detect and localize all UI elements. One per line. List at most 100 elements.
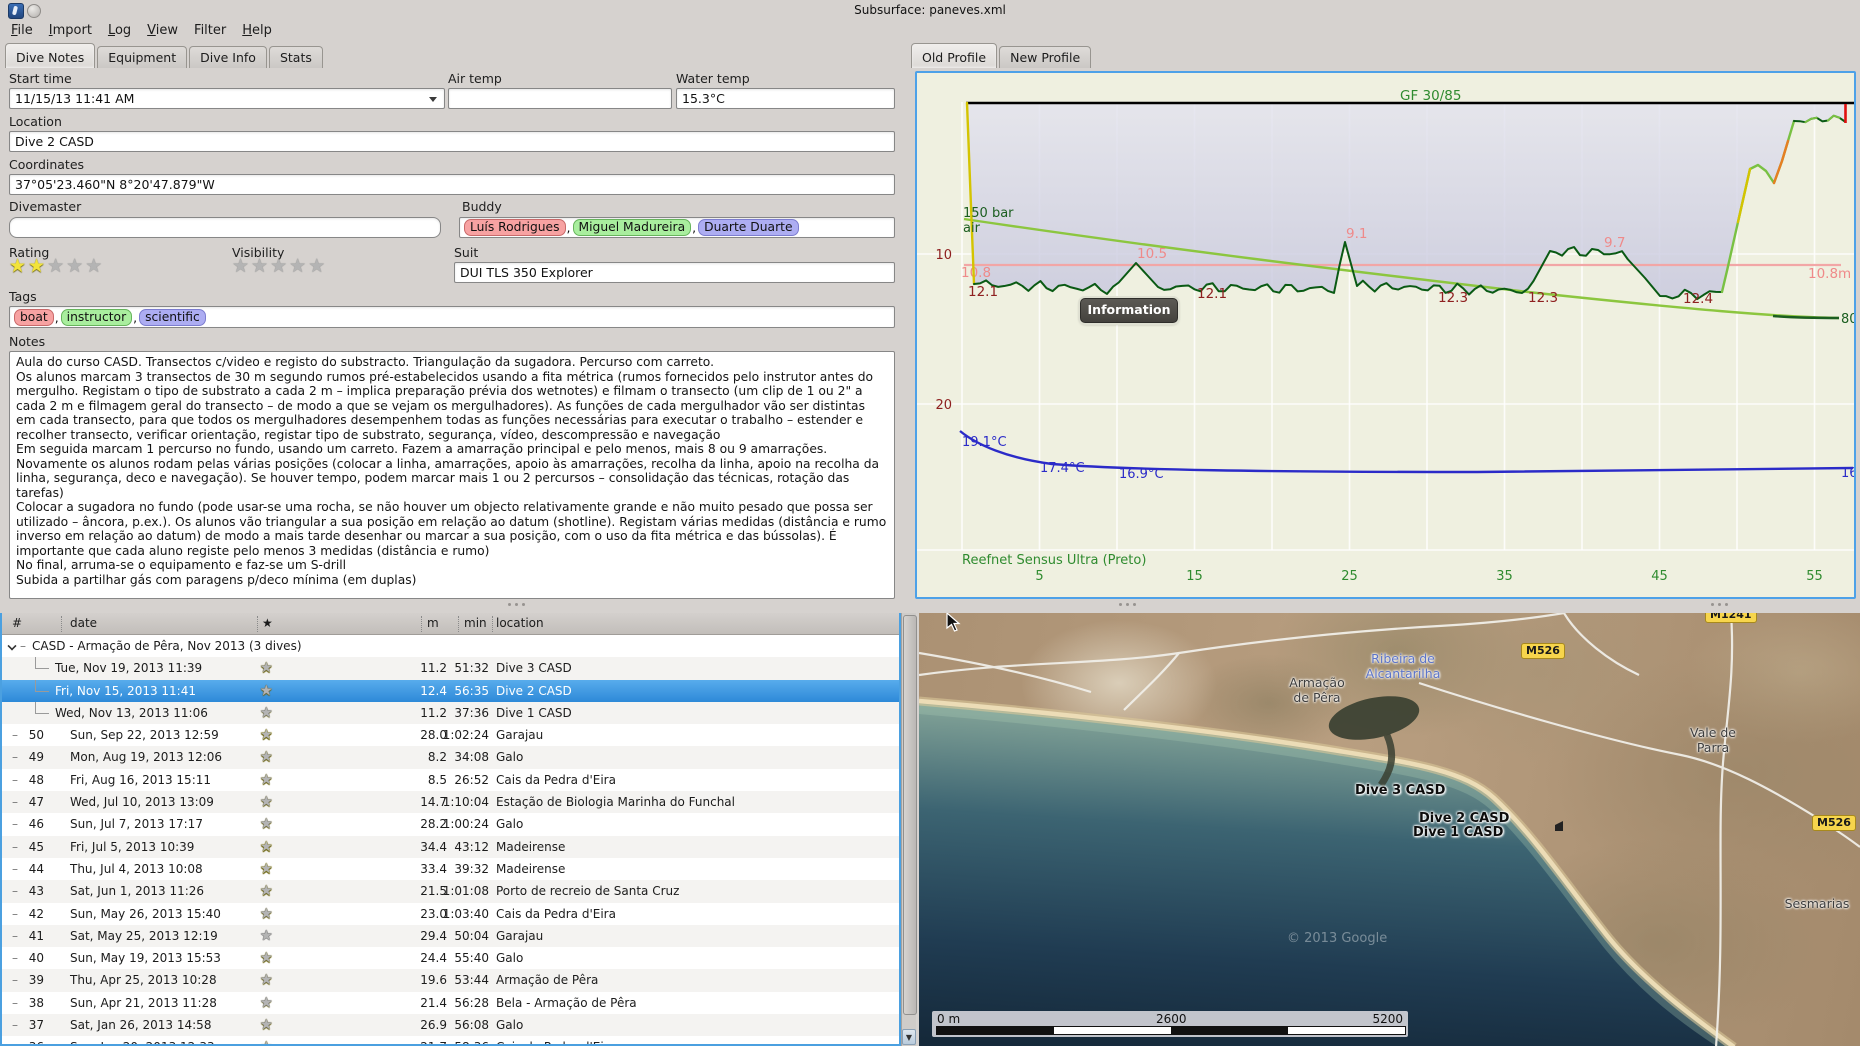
column-header-date[interactable]: date bbox=[70, 616, 97, 630]
star-empty-icon[interactable]: ★ bbox=[260, 813, 274, 835]
star-empty-icon[interactable]: ★ bbox=[260, 903, 274, 925]
star-empty-icon[interactable]: ★ bbox=[260, 746, 274, 768]
column-header-location[interactable]: location bbox=[496, 616, 544, 630]
star-empty-icon[interactable]: ★ bbox=[260, 858, 274, 880]
star-filled-icon[interactable]: ★ bbox=[9, 255, 28, 277]
dive-site-map[interactable]: Armação de Pêra Ribeira de Alcantarilha … bbox=[919, 613, 1860, 1046]
star-empty-icon[interactable]: ★ bbox=[260, 992, 274, 1014]
star-empty-icon[interactable]: ★ bbox=[260, 657, 274, 679]
star-empty-icon[interactable]: ★ bbox=[260, 969, 274, 991]
star-empty-icon[interactable]: ★ bbox=[260, 680, 274, 702]
splitter-handle[interactable] bbox=[1115, 603, 1139, 609]
dive-duration: 53:44 bbox=[454, 973, 489, 988]
scrollbar-thumb[interactable] bbox=[903, 615, 917, 1015]
trip-header-row[interactable]: – CASD - Armação de Pêra, Nov 2013 (3 di… bbox=[2, 635, 899, 658]
star-empty-icon[interactable]: ★ bbox=[260, 925, 274, 947]
star-empty-icon[interactable]: ★ bbox=[260, 702, 274, 724]
star-filled-icon[interactable]: ★ bbox=[28, 255, 47, 277]
dive-row[interactable]: – Wed, Nov 13, 2013 11:06 ★★★★★ 11.2 37:… bbox=[2, 701, 899, 725]
star-empty-icon[interactable]: ★ bbox=[289, 255, 308, 277]
menu-item[interactable]: Import bbox=[41, 22, 100, 39]
air-temp-field[interactable] bbox=[448, 88, 672, 109]
chevron-down-icon[interactable] bbox=[429, 97, 437, 102]
dive-number: 44 bbox=[28, 861, 44, 876]
menu-item[interactable]: Filter bbox=[186, 22, 234, 39]
star-empty-icon[interactable]: ★ bbox=[85, 255, 104, 277]
visibility-stars[interactable]: ★★★★★ bbox=[232, 255, 327, 277]
profile-tab[interactable]: Old Profile bbox=[911, 43, 998, 68]
tab[interactable]: Dive Notes bbox=[5, 43, 96, 68]
dive-duration: 1:02:24 bbox=[442, 728, 489, 743]
dive-row[interactable]: – 42 Sun, May 26, 2013 15:40 ★ ★ ★ ★ ★ 23.0 … bbox=[2, 903, 899, 925]
dive-row[interactable]: – 40 Sun, May 19, 2013 15:53 ★ ★ ★ ★ ★ 24.4 … bbox=[2, 947, 899, 969]
dive-row[interactable]: – 38 Sun, Apr 21, 2013 11:28 ★ ★ ★ ★ ★ 21.4 … bbox=[2, 992, 899, 1014]
dive-row[interactable]: – 43 Sat, Jun 1, 2013 11:26 ★ ★ ★ ★ ★ 21.5 1… bbox=[2, 880, 899, 903]
rating-stars[interactable]: ★★★★★ bbox=[9, 255, 104, 277]
tag-chip[interactable]: instructor bbox=[60, 308, 133, 326]
star-empty-icon[interactable]: ★ bbox=[260, 769, 274, 791]
suit-field[interactable]: DUI TLS 350 Explorer bbox=[454, 262, 895, 283]
dive-row[interactable]: – Fri, Nov 15, 2013 11:41 ★★★★★ 12.4 56:… bbox=[2, 679, 899, 702]
menu-item[interactable]: Help bbox=[234, 22, 280, 39]
water-temp-field[interactable]: 15.3°C bbox=[676, 88, 895, 109]
star-empty-icon[interactable]: ★ bbox=[260, 947, 274, 969]
buddy-chip[interactable]: Luís Rodrigues bbox=[464, 219, 566, 236]
dive-row[interactable]: – 37 Sat, Jan 26, 2013 14:58 ★ ★ ★ ★ ★ 26.9 … bbox=[2, 1014, 899, 1037]
column-header-depth[interactable]: m bbox=[427, 616, 439, 630]
splitter-handle[interactable] bbox=[1707, 603, 1731, 609]
menu-item[interactable]: Log bbox=[100, 22, 139, 39]
dive-row[interactable]: – 47 Wed, Jul 10, 2013 13:09 ★ ★ ★ ★ ★ 14.7 … bbox=[2, 791, 899, 814]
divemaster-field[interactable] bbox=[9, 217, 441, 238]
star-empty-icon[interactable]: ★ bbox=[232, 255, 251, 277]
dive-row[interactable]: – 45 Fri, Jul 5, 2013 10:39 ★ ★ ★ ★ ★ 34.4 4… bbox=[2, 835, 899, 858]
location-field[interactable]: Dive 2 CASD bbox=[9, 131, 895, 152]
menu-item[interactable]: File bbox=[3, 22, 41, 39]
tree-branch-icon bbox=[35, 657, 49, 670]
notes-textarea[interactable]: Aula do curso CASD. Transectos c/video e… bbox=[9, 351, 895, 599]
dive-row[interactable]: – Tue, Nov 19, 2013 11:39 ★★★★★ 11.2 51:… bbox=[2, 657, 899, 680]
profile-tab[interactable]: New Profile bbox=[999, 46, 1092, 68]
scroll-down-button[interactable]: ▼ bbox=[902, 1029, 916, 1045]
coordinates-field[interactable]: 37°05'23.460"N 8°20'47.879"W bbox=[9, 174, 895, 195]
buddy-chip[interactable]: Duarte Duarte bbox=[698, 219, 799, 236]
star-empty-icon[interactable]: ★ bbox=[260, 1014, 274, 1036]
star-empty-icon[interactable]: ★ bbox=[260, 880, 274, 902]
star-empty-icon[interactable]: ★ bbox=[308, 255, 327, 277]
dive-row[interactable]: – 46 Sun, Jul 7, 2013 17:17 ★ ★ ★ ★ ★ 28.2 1… bbox=[2, 813, 899, 835]
expander-chevron-icon[interactable] bbox=[7, 641, 17, 651]
dive-location: Galo bbox=[496, 951, 524, 966]
dive-row[interactable]: – 50 Sun, Sep 22, 2013 12:59 ★ ★ ★ ★ ★ 28.0 … bbox=[2, 724, 899, 746]
information-tooltip-button[interactable]: Information bbox=[1080, 298, 1178, 323]
star-empty-icon[interactable]: ★ bbox=[260, 1036, 274, 1044]
tab[interactable]: Stats bbox=[268, 46, 323, 68]
star-empty-icon[interactable]: ★ bbox=[270, 255, 289, 277]
star-empty-icon[interactable]: ★ bbox=[47, 255, 66, 277]
buddy-field[interactable]: Luís Rodrigues Miguel Madureira Duarte Dua… bbox=[459, 217, 895, 238]
column-header-num[interactable]: # bbox=[12, 616, 22, 630]
dive-row[interactable]: – 44 Thu, Jul 4, 2013 10:08 ★ ★ ★ ★ ★ 33.4 3… bbox=[2, 858, 899, 880]
star-empty-icon[interactable]: ★ bbox=[251, 255, 270, 277]
buddy-chip[interactable]: Miguel Madureira bbox=[572, 219, 692, 236]
tag-chip[interactable]: boat bbox=[14, 308, 54, 326]
star-empty-icon[interactable]: ★ bbox=[66, 255, 85, 277]
tags-field[interactable]: boat instructor scientific bbox=[9, 306, 895, 328]
dive-row[interactable]: – 49 Mon, Aug 19, 2013 12:06 ★ ★ ★ ★ ★ 8.2 3… bbox=[2, 746, 899, 769]
column-header-duration[interactable]: min bbox=[464, 616, 487, 630]
tree-branch-icon bbox=[35, 679, 49, 692]
star-empty-icon[interactable]: ★ bbox=[260, 836, 274, 858]
tab[interactable]: Dive Info bbox=[189, 46, 267, 68]
start-time-combobox[interactable]: 11/15/13 11:41 AM bbox=[9, 88, 445, 109]
dive-flag-marker[interactable] bbox=[1555, 821, 1563, 831]
dive-row[interactable]: – 41 Sat, May 25, 2013 12:19 ★ ★ ★ ★ ★ 29.4 … bbox=[2, 924, 899, 948]
dive-row[interactable]: – 39 Thu, Apr 25, 2013 10:28 ★ ★ ★ ★ ★ 19.6 … bbox=[2, 969, 899, 992]
dive-row[interactable]: – 48 Fri, Aug 16, 2013 15:11 ★ ★ ★ ★ ★ 8.5 2… bbox=[2, 769, 899, 791]
star-empty-icon[interactable]: ★ bbox=[260, 724, 274, 746]
dive-row[interactable]: – 36 Sun, Jan 20, 2013 12:33 ★★★★★ 21.7 … bbox=[2, 1036, 899, 1044]
splitter-handle[interactable] bbox=[504, 603, 528, 609]
tag-chip[interactable]: scientific bbox=[139, 308, 206, 326]
star-empty-icon[interactable]: ★ bbox=[260, 791, 274, 813]
dive-list-scrollbar[interactable]: ▼ bbox=[901, 613, 917, 1046]
menu-item[interactable]: View bbox=[139, 22, 186, 39]
tab[interactable]: Equipment bbox=[97, 46, 188, 68]
column-header-rating[interactable]: ★ bbox=[262, 616, 273, 630]
